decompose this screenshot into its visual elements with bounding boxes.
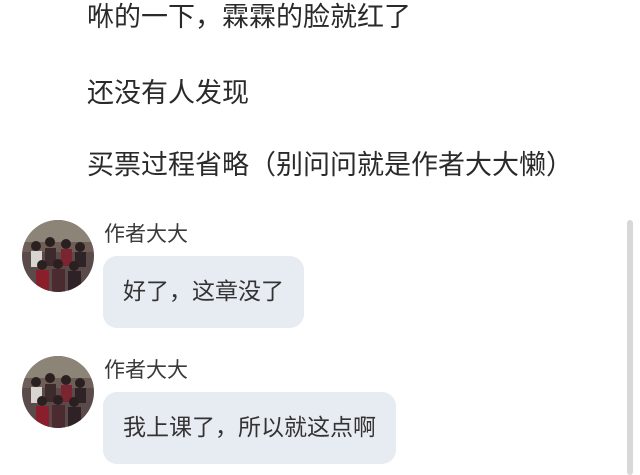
group-photo-avatar-icon	[22, 220, 94, 292]
story-line: 买票过程省略（别问问就是作者大大懒）	[87, 150, 573, 181]
story-line: 咻的一下，霖霖的脸就红了	[87, 2, 411, 33]
message-bubble[interactable]: 我上课了，所以就这点啊	[103, 392, 396, 464]
message-bubble[interactable]: 好了，这章没了	[103, 256, 304, 328]
scrollbar[interactable]	[627, 220, 633, 475]
author-name: 作者大大	[104, 222, 188, 246]
author-name: 作者大大	[104, 358, 188, 382]
story-line: 还没有人发现	[87, 78, 249, 109]
avatar[interactable]	[22, 220, 94, 292]
avatar[interactable]	[22, 356, 94, 428]
group-photo-avatar-icon	[22, 356, 94, 428]
